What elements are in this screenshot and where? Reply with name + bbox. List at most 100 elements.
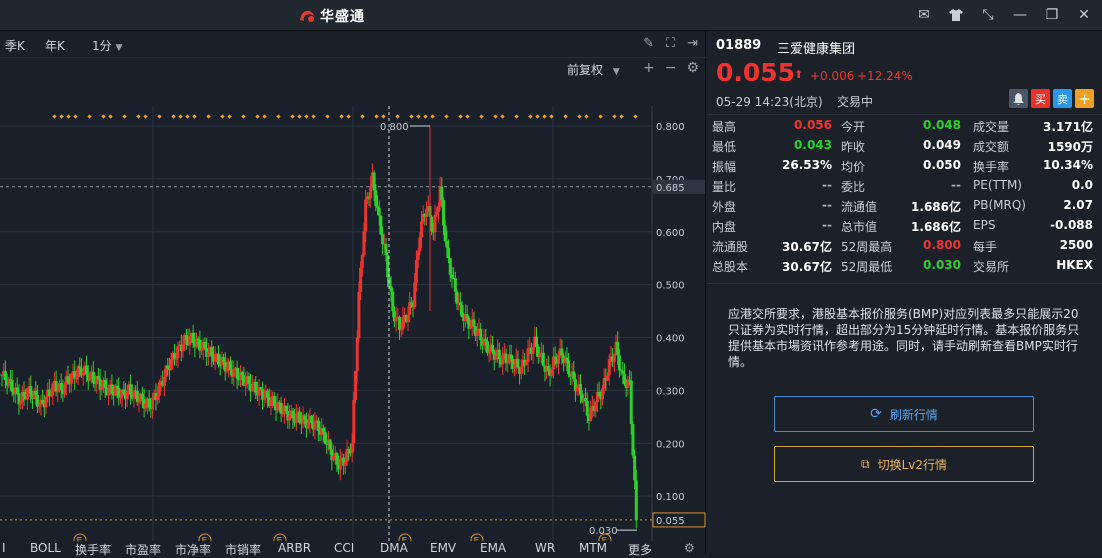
minimize-icon[interactable]: — bbox=[1010, 6, 1030, 24]
indicator-tab[interactable]: 换手率 bbox=[75, 541, 111, 558]
candle-body bbox=[600, 388, 604, 400]
candle-body bbox=[15, 387, 19, 394]
candle-body bbox=[69, 373, 73, 385]
event-dot bbox=[276, 114, 281, 119]
candle-body bbox=[391, 291, 395, 312]
settings-icon[interactable]: ⚙ bbox=[684, 541, 695, 555]
title-bar: 华盛通 ✉ ⤡ — ❐ ✕ bbox=[0, 0, 1102, 31]
candle-body bbox=[78, 366, 82, 369]
event-dot bbox=[52, 114, 57, 119]
candle-body bbox=[628, 379, 632, 381]
stat-value: 0.0 bbox=[1071, 178, 1093, 192]
switch-lv2-button[interactable]: ⧉ 切换Lv2行情 bbox=[774, 446, 1034, 482]
candle-body bbox=[369, 186, 373, 199]
close-icon[interactable]: ✕ bbox=[1074, 6, 1094, 24]
candle-body bbox=[36, 394, 40, 407]
candle-body bbox=[350, 442, 354, 454]
event-dot bbox=[430, 114, 435, 119]
candle-body bbox=[294, 413, 298, 423]
stat-value: HKEX bbox=[1056, 258, 1093, 272]
copy-icon: ⧉ bbox=[860, 456, 870, 471]
indicator-tab[interactable]: 更多 bbox=[628, 541, 652, 558]
stat-label: 52周最高 bbox=[841, 240, 893, 254]
shirt-icon[interactable] bbox=[946, 6, 966, 24]
candle-body bbox=[389, 286, 393, 292]
stat-label: PB(MRQ) bbox=[973, 198, 1026, 212]
candle-body bbox=[458, 302, 462, 306]
buy-button[interactable]: 买 bbox=[1031, 89, 1050, 108]
candle-body bbox=[560, 348, 564, 356]
indicator-tab[interactable]: 市净率 bbox=[175, 541, 211, 558]
candle-body bbox=[228, 361, 232, 371]
event-dot bbox=[171, 114, 176, 119]
indicator-tab[interactable]: WR bbox=[535, 541, 555, 555]
stat-label: 均价 bbox=[841, 160, 866, 174]
refresh-icon: ⟳ bbox=[870, 406, 882, 422]
stat-label: 换手率 bbox=[973, 160, 1010, 174]
stat-value: 0.056 bbox=[794, 118, 832, 132]
candle-body bbox=[584, 398, 588, 401]
event-dot bbox=[136, 114, 141, 119]
sell-button[interactable]: 卖 bbox=[1053, 89, 1072, 108]
candle-body bbox=[443, 225, 447, 242]
last-price-label: 0.055 bbox=[656, 516, 685, 527]
price-change: +0.006 bbox=[810, 69, 855, 83]
indicator-tab[interactable]: 市盈率 bbox=[125, 541, 161, 558]
bell-icon[interactable] bbox=[1009, 89, 1028, 108]
candle-body bbox=[181, 344, 185, 352]
indicator-tab[interactable]: EMV bbox=[430, 541, 456, 555]
y-tick-label: 0.800 bbox=[656, 122, 685, 133]
stat-label: 昨收 bbox=[841, 140, 866, 154]
candle-body bbox=[633, 455, 637, 481]
restore-icon[interactable]: ❐ bbox=[1042, 6, 1062, 24]
indicator-tab[interactable]: I bbox=[2, 541, 6, 555]
event-dot bbox=[206, 114, 211, 119]
stat-value: 26.53% bbox=[782, 158, 832, 172]
candle-body bbox=[147, 398, 151, 408]
candle-body bbox=[291, 410, 295, 419]
candle-body bbox=[485, 341, 489, 354]
stat-value: 3.171亿 bbox=[1043, 120, 1093, 134]
quote-datetime: 05-29 14:23(北京) bbox=[716, 95, 823, 109]
price-change-pct: +12.24% bbox=[857, 69, 913, 83]
candle-body bbox=[475, 331, 479, 336]
mail-icon[interactable]: ✉ bbox=[914, 6, 934, 24]
indicator-tab[interactable]: 市销率 bbox=[225, 541, 261, 558]
candle-body bbox=[306, 423, 310, 429]
stats-row: 量比 -- 委比 -- PE(TTM) 0.0 bbox=[707, 175, 1102, 195]
indicator-tab[interactable]: CCI bbox=[334, 541, 354, 555]
candle-body bbox=[360, 254, 364, 268]
candle-body bbox=[513, 364, 517, 369]
event-dot bbox=[584, 114, 589, 119]
indicator-tab[interactable]: ARBR bbox=[278, 541, 311, 555]
event-dot bbox=[122, 114, 127, 119]
candle-body bbox=[460, 305, 464, 318]
stat-value: 30.67亿 bbox=[782, 260, 832, 274]
candle-body bbox=[169, 359, 173, 371]
kline-chart[interactable]: 0.8000.7000.6000.5000.4000.3000.2000.100… bbox=[0, 31, 706, 541]
candle-body bbox=[22, 391, 26, 397]
event-dot bbox=[500, 114, 505, 119]
event-dot bbox=[185, 114, 190, 119]
candle-body bbox=[222, 356, 226, 362]
stat-label: 委比 bbox=[841, 180, 866, 194]
candle-body bbox=[379, 215, 383, 235]
candle-body bbox=[345, 449, 349, 463]
candle-body bbox=[501, 355, 505, 365]
indicator-tab[interactable]: DMA bbox=[380, 541, 408, 555]
candle-body bbox=[617, 355, 621, 371]
candle-body bbox=[269, 400, 273, 406]
trading-status: 交易中 bbox=[837, 95, 874, 109]
candle-body bbox=[244, 382, 248, 386]
indicator-tab[interactable]: EMA bbox=[480, 541, 506, 555]
add-watchlist-button[interactable]: + bbox=[1075, 89, 1094, 108]
max-label: 0.800 bbox=[380, 122, 409, 133]
candle-body bbox=[408, 302, 412, 315]
indicator-tab[interactable]: BOLL bbox=[30, 541, 61, 555]
event-dot bbox=[535, 114, 540, 119]
indicator-tab[interactable]: MTM bbox=[579, 541, 607, 555]
refresh-button[interactable]: ⟳ 刷新行情 bbox=[774, 396, 1034, 432]
event-dot bbox=[73, 114, 78, 119]
indicator-bar: I BOLL 换手率 市盈率 市净率 市销率 ARBR CCI DMA EMV … bbox=[0, 541, 706, 557]
shrink-icon[interactable]: ⤡ bbox=[978, 6, 998, 24]
